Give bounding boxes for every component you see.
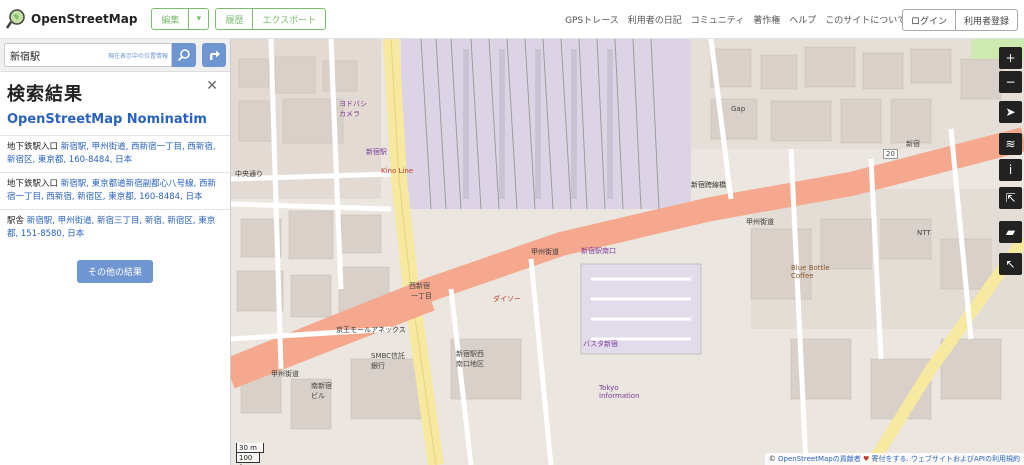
locate-button[interactable]: ➤ (999, 101, 1022, 123)
scale-bar: 30 m 100 ft (236, 443, 264, 465)
query-icon: ↖ (1005, 257, 1016, 271)
history-button[interactable]: 履歴 (215, 8, 254, 30)
search-input[interactable] (5, 49, 95, 61)
where-am-i-link[interactable]: 現在表示中の位置情報 (108, 51, 168, 60)
history-export-group: 履歴 エクスポート (215, 8, 327, 30)
nav-copyright[interactable]: 著作権 (753, 13, 780, 26)
results-provider: OpenStreetMap Nominatim (7, 112, 207, 127)
station-label: 新宿駅 (366, 148, 387, 156)
zoom-in-icon: + (1005, 51, 1016, 65)
poi-label: ダイソー (493, 295, 521, 303)
note-icon: ▰ (1005, 225, 1016, 239)
road-label: 新宿跨線橋 (691, 181, 726, 189)
login-group: ログイン 利用者登録 (901, 9, 1018, 31)
share-icon: ⇱ (1005, 191, 1016, 205)
nav-about[interactable]: このサイトについて (825, 13, 906, 26)
osm-contributors-link[interactable]: OpenStreetMapの貢献者 (778, 455, 861, 463)
edit-button[interactable]: 編集 (151, 8, 190, 30)
add-note-button[interactable]: ▰ (999, 221, 1022, 243)
query-features-button[interactable]: ↖ (999, 253, 1022, 275)
results-title: 検索結果 (7, 84, 83, 105)
place-label: バスタ新宿 (583, 340, 618, 348)
logo-text: OpenStreetMap (31, 12, 138, 26)
layers-icon: ≋ (1005, 137, 1016, 151)
station-label: 新宿駅南口 (581, 247, 616, 255)
locate-icon: ➤ (1005, 105, 1016, 119)
terms-link[interactable]: ウェブサイトおよびAPIの利用規約 (911, 455, 1020, 463)
osm-logo[interactable]: OpenStreetMap (5, 9, 138, 29)
directions-button[interactable] (202, 43, 226, 67)
export-button[interactable]: エクスポート (253, 8, 327, 30)
place-label: 新宿 (906, 140, 920, 148)
zoom-in-button[interactable]: + (999, 47, 1022, 69)
map-view[interactable]: 新宿跨線橋 甲州街道 甲州街道 甲州街道 中央通り 西新宿 一丁目 新宿駅 新宿… (231, 39, 1024, 465)
result-list: 地下鉄駅入口 新宿駅, 甲州街道, 西新宿一丁目, 西新宿, 新宿区, 東京都,… (0, 135, 230, 246)
layers-button[interactable]: ≋ (999, 133, 1022, 155)
road-label: 京王モールアネックス (336, 326, 406, 334)
road-label: 甲州街道 (531, 248, 559, 256)
close-icon[interactable]: ✕ (206, 78, 218, 94)
search-bar: 現在表示中の位置情報 (0, 39, 230, 72)
scale-imperial: 100 ft (236, 453, 260, 465)
directions-icon (210, 50, 220, 60)
nav-user-diaries[interactable]: 利用者の日記 (628, 13, 682, 26)
result-type: 地下鉄駅入口 (7, 142, 59, 152)
more-results-button[interactable]: その他の結果 (77, 260, 153, 283)
search-icon (177, 49, 190, 62)
edit-dropdown-button[interactable]: ▾ (189, 8, 210, 30)
road-label: 中央通り (235, 170, 263, 178)
result-type: 地下鉄駅入口 (7, 179, 59, 189)
route-shield: 20 (883, 149, 898, 159)
poi-label: Kino Line (381, 167, 414, 175)
place-label: 南新宿 ビル (311, 382, 332, 400)
poi-label: Tokyo Information (599, 384, 640, 400)
login-button[interactable]: ログイン (901, 9, 956, 31)
road-label: 甲州街道 (746, 218, 774, 226)
zoom-out-button[interactable]: − (999, 71, 1022, 93)
list-item: 地下鉄駅入口 新宿駅, 甲州街道, 西新宿一丁目, 西新宿, 新宿区, 東京都,… (0, 136, 230, 173)
result-type: 駅舎 (7, 216, 25, 226)
nav-help[interactable]: ヘルプ (789, 13, 816, 26)
list-item: 駅舎 新宿駅, 甲州街道, 新宿三丁目, 新宿, 新宿区, 東京都, 151-8… (0, 210, 230, 246)
poi-label: NTT (917, 229, 931, 237)
search-box: 現在表示中の位置情報 (4, 43, 172, 67)
map-info-button[interactable]: i (999, 159, 1022, 181)
map-attribution: © OpenStreetMapの貢献者 ♥ 寄付をする. ウェブサイトおよびAP… (764, 453, 1024, 465)
zoom-out-icon: − (1005, 75, 1016, 89)
place-label: 一丁目 (411, 292, 432, 300)
share-button[interactable]: ⇱ (999, 187, 1022, 209)
search-button[interactable] (172, 43, 196, 67)
caret-down-icon: ▾ (196, 14, 202, 24)
osm-magnifier-icon (5, 9, 26, 29)
nav-gps-traces[interactable]: GPSトレース (565, 13, 619, 26)
sidebar: 現在表示中の位置情報 検索結果 ✕ OpenStreetMap Nominati… (0, 39, 231, 465)
place-label: 新宿駅西 南口地区 (456, 350, 484, 368)
edit-button-group: 編集 ▾ (151, 8, 210, 30)
heart-icon: ♥ (860, 455, 872, 463)
poi-label: ヨドバシ カメラ (339, 100, 367, 118)
list-item: 地下鉄駅入口 新宿駅, 東京都道新宿副都心八号線, 西新宿一丁目, 西新宿, 新… (0, 173, 230, 210)
nav-communities[interactable]: コミュニティ (691, 13, 744, 26)
scale-metric: 30 m (236, 443, 264, 453)
info-icon: i (1008, 163, 1013, 177)
road-label: 甲州街道 (271, 370, 299, 378)
top-navbar: OpenStreetMap 編集 ▾ 履歴 エクスポート GPSトレース 利用者… (0, 0, 1024, 39)
poi-label: Blue Bottle Coffee (791, 264, 830, 280)
nav-links: GPSトレース 利用者の日記 コミュニティ 著作権 ヘルプ このサイトについて (565, 0, 906, 39)
signup-button[interactable]: 利用者登録 (955, 9, 1018, 31)
attribution-prefix: © (768, 455, 778, 463)
place-label: 西新宿 (409, 282, 430, 290)
poi-label: Gap (731, 105, 746, 113)
donate-link[interactable]: 寄付をする (871, 455, 906, 463)
poi-label: SMBC信託 銀行 (371, 352, 406, 370)
results-panel: 検索結果 ✕ OpenStreetMap Nominatim (0, 72, 230, 127)
result-link[interactable]: 新宿駅, 甲州街道, 新宿三丁目, 新宿, 新宿区, 東京都, 151-8580… (7, 216, 215, 239)
